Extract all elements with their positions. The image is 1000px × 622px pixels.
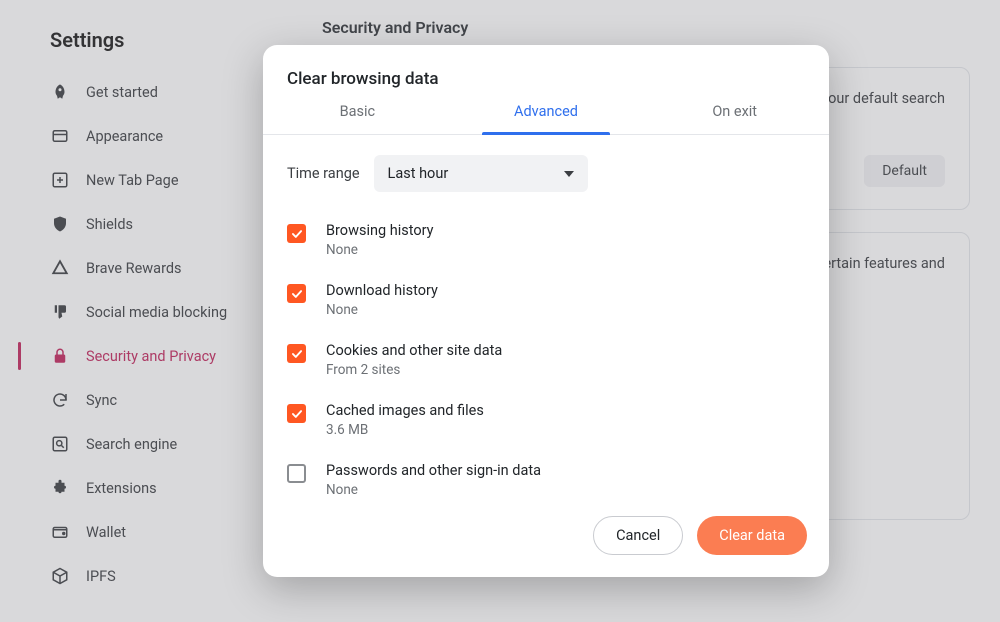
checkbox[interactable] [287, 464, 306, 483]
dialog-tabs: BasicAdvancedOn exit [263, 103, 829, 135]
option-title: Cookies and other site data [326, 342, 502, 359]
cancel-button[interactable]: Cancel [593, 516, 683, 555]
time-range-row: Time range Last hour [287, 155, 805, 192]
chevron-down-icon [564, 171, 574, 177]
clear-option-row: Cached images and files 3.6 MB [287, 392, 805, 452]
clear-data-options: Browsing history None Download history None… [287, 212, 805, 496]
clear-option-row: Cookies and other site data From 2 sites [287, 332, 805, 392]
clear-option-row: Browsing history None [287, 212, 805, 272]
checkbox[interactable] [287, 224, 306, 243]
option-title: Passwords and other sign-in data [326, 462, 541, 479]
clear-data-button[interactable]: Clear data [697, 516, 807, 555]
dialog-title: Clear browsing data [263, 45, 829, 103]
option-subtitle: 3.6 MB [326, 422, 484, 438]
clear-option-row: Download history None [287, 272, 805, 332]
tab-basic[interactable]: Basic [263, 103, 452, 134]
time-range-select[interactable]: Last hour [374, 155, 588, 192]
option-subtitle: None [326, 302, 438, 318]
option-subtitle: None [326, 482, 541, 496]
dialog-body: Time range Last hour Browsing history Non… [263, 135, 829, 496]
time-range-value: Last hour [388, 165, 449, 182]
clear-option-row: Passwords and other sign-in data None [287, 452, 805, 496]
time-range-label: Time range [287, 165, 360, 182]
option-title: Browsing history [326, 222, 434, 239]
checkbox[interactable] [287, 284, 306, 303]
option-title: Cached images and files [326, 402, 484, 419]
option-subtitle: None [326, 242, 434, 258]
option-subtitle: From 2 sites [326, 362, 502, 378]
dialog-footer: Cancel Clear data [263, 496, 829, 577]
checkbox[interactable] [287, 344, 306, 363]
checkbox[interactable] [287, 404, 306, 423]
clear-browsing-data-dialog: Clear browsing data BasicAdvancedOn exit… [263, 45, 829, 577]
tab-on-exit[interactable]: On exit [640, 103, 829, 134]
tab-advanced[interactable]: Advanced [452, 103, 641, 134]
option-title: Download history [326, 282, 438, 299]
